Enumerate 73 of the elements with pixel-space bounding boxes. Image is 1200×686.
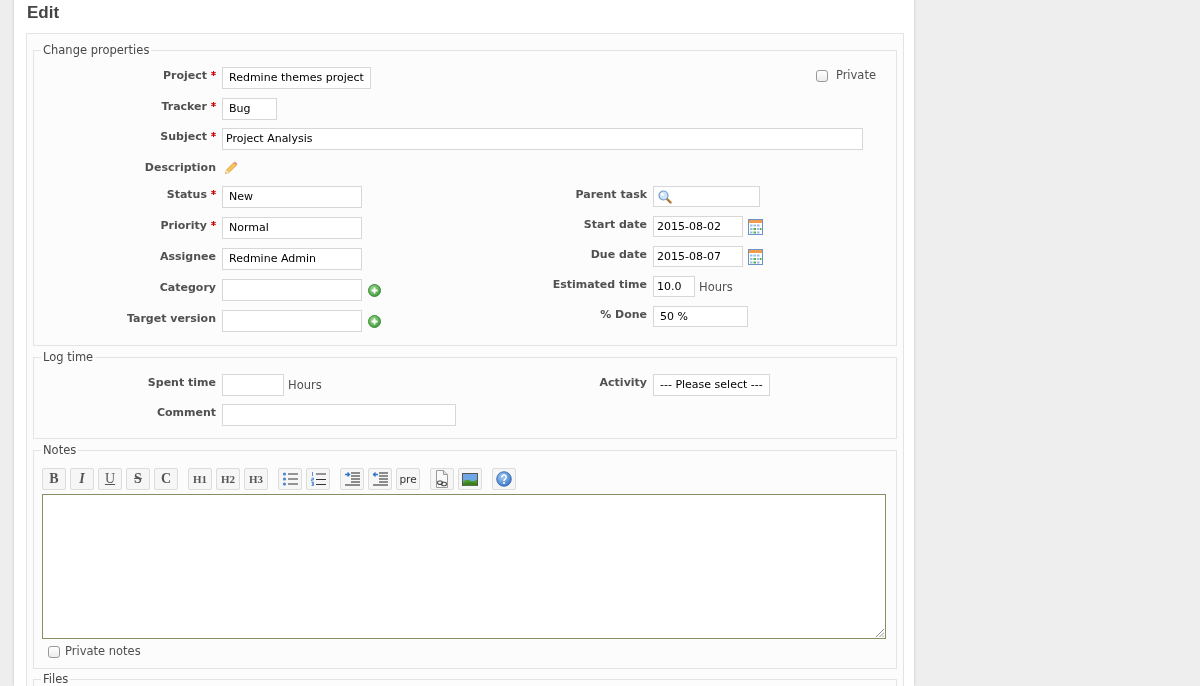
field-label: Category <box>159 280 216 296</box>
date-input[interactable]: 2015-08-02 <box>653 216 743 237</box>
field-label: Tracker <box>161 98 207 115</box>
field-label: Start date <box>583 217 647 233</box>
code-button[interactable]: C <box>154 468 178 490</box>
select-field[interactable]: Redmine themes project <box>222 67 371 89</box>
field-label: Spent time <box>147 375 216 391</box>
field-label: Target version <box>126 311 216 327</box>
link-button[interactable] <box>430 468 454 490</box>
bulleted-list-icon <box>282 471 298 487</box>
pencil-icon[interactable] <box>224 161 238 175</box>
number-input[interactable]: 10.0 <box>653 276 695 297</box>
help-button[interactable] <box>492 468 516 490</box>
italic-button[interactable]: I <box>70 468 94 490</box>
outdent-button[interactable] <box>368 468 392 490</box>
numbered-list-icon <box>310 471 326 487</box>
fieldset-legend: Files <box>41 673 71 685</box>
search-icon <box>658 189 672 204</box>
field-label: Activity <box>599 375 647 391</box>
page-title: Edit <box>27 2 60 24</box>
search-field[interactable] <box>653 186 760 207</box>
checkbox-label: Private <box>835 68 876 83</box>
calendar-icon[interactable] <box>748 218 763 235</box>
field-label: % Done <box>600 307 647 323</box>
select-field[interactable]: 50 % <box>653 306 748 327</box>
link-document-icon <box>434 470 450 488</box>
field-label: Parent task <box>575 187 647 203</box>
add-icon[interactable] <box>368 283 381 297</box>
fieldset-legend: Change properties <box>41 43 152 57</box>
heading-button[interactable]: H1 <box>188 468 212 490</box>
fieldset-legend: Log time <box>41 350 96 364</box>
outdent-icon <box>372 471 388 487</box>
date-input[interactable]: 2015-08-07 <box>653 246 743 267</box>
select-field[interactable]: --- Please select --- <box>653 374 770 396</box>
field-label: Due date <box>590 247 647 263</box>
select-field[interactable]: Normal <box>222 217 362 239</box>
image-icon <box>462 472 478 486</box>
field-label: Estimated time <box>552 277 647 293</box>
indent-icon <box>344 471 360 487</box>
help-icon <box>496 471 512 487</box>
heading-button[interactable]: H2 <box>216 468 240 490</box>
preformatted-button[interactable]: pre <box>396 468 420 490</box>
image-button[interactable] <box>458 468 482 490</box>
resize-handle-icon[interactable] <box>875 628 884 637</box>
field-label: Description <box>144 159 216 176</box>
numbered-list-button[interactable] <box>306 468 330 490</box>
field-label: Comment <box>156 405 216 421</box>
select-field[interactable] <box>222 310 362 332</box>
text-input[interactable] <box>222 404 456 426</box>
heading-button[interactable]: H3 <box>244 468 268 490</box>
select-field[interactable]: Redmine Admin <box>222 248 362 270</box>
checkbox[interactable] <box>48 645 60 658</box>
unit-label: Hours <box>699 279 733 294</box>
add-icon[interactable] <box>368 314 381 328</box>
select-field[interactable]: Bug <box>222 97 277 120</box>
field-label: Subject <box>160 129 207 145</box>
select-field[interactable] <box>222 279 362 301</box>
fieldset-legend: Notes <box>41 443 79 457</box>
underline-button[interactable]: U <box>98 468 122 490</box>
field-label: Assignee <box>160 249 216 265</box>
field-label: Priority <box>160 218 207 234</box>
field-label: Project <box>162 68 207 84</box>
text-input[interactable]: Project Analysis <box>222 128 863 150</box>
calendar-icon[interactable] <box>748 248 763 265</box>
select-field[interactable]: New <box>222 186 362 208</box>
bold-button[interactable]: B <box>42 468 66 490</box>
number-input[interactable] <box>222 374 284 396</box>
checkbox-label: Private notes <box>65 644 141 659</box>
indent-button[interactable] <box>340 468 364 490</box>
strikethrough-button[interactable]: S <box>126 468 150 490</box>
checkbox[interactable] <box>815 69 828 82</box>
unit-label: Hours <box>288 378 322 392</box>
field-label: Status <box>166 187 207 203</box>
